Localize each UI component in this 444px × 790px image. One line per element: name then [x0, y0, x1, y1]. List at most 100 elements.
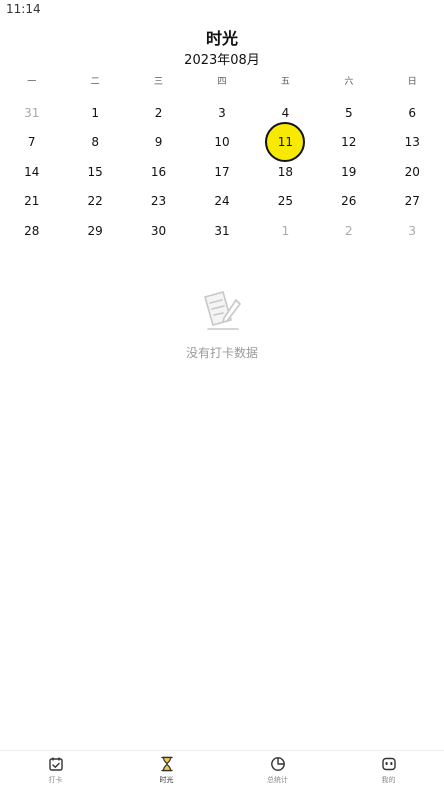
calendar-day[interactable]: 21: [0, 187, 63, 217]
calendar-day[interactable]: 3: [190, 98, 253, 128]
calendar-day-number: 23: [150, 194, 167, 209]
tab-label: 打卡: [48, 776, 63, 784]
calendar-day[interactable]: 3: [381, 216, 444, 246]
tab-label: 总统计: [267, 776, 288, 784]
calendar-day-number: 20: [404, 164, 420, 179]
calendar-day[interactable]: 17: [190, 157, 253, 187]
calendar-day[interactable]: 16: [127, 157, 190, 187]
empty-state: 没有打卡数据: [0, 288, 444, 361]
note-pencil-icon: [204, 291, 241, 330]
weekday-label: 六: [344, 77, 354, 87]
weekday-label: 日: [407, 77, 417, 87]
tab-label: 我的: [381, 776, 396, 784]
calendar-day-number: 3: [408, 223, 417, 238]
calendar-day[interactable]: 2: [317, 216, 380, 246]
weekday-label: 一: [27, 77, 37, 87]
calendar-day-number: 25: [277, 194, 294, 209]
weekday-header-row: 一 二 三 四 五 六 日: [0, 74, 444, 90]
month-label[interactable]: 2023年08月: [0, 49, 444, 68]
calendar-day-number: 24: [214, 194, 230, 209]
weekday-label: 三: [154, 77, 164, 87]
calendar-day[interactable]: 8: [63, 128, 126, 158]
calendar-day[interactable]: 14: [0, 157, 63, 187]
calendar-day[interactable]: 18: [254, 157, 317, 187]
calendar-day-number: 4: [281, 105, 290, 120]
calendar-day[interactable]: 22: [63, 187, 126, 217]
calendar-day[interactable]: 12: [317, 128, 380, 158]
calendar-day[interactable]: 6: [381, 98, 444, 128]
calendar-day[interactable]: 20: [381, 157, 444, 187]
calendar-day-number: 13: [404, 135, 420, 150]
calendar-day[interactable]: 29: [63, 216, 126, 246]
calendar-day-number: 3: [218, 105, 226, 120]
calendar-day-number: 16: [150, 164, 167, 179]
calendar-day[interactable]: 30: [127, 216, 190, 246]
calendar-day-number: 29: [87, 223, 103, 238]
calendar-day[interactable]: 1: [254, 216, 317, 246]
weekday-label: 四: [217, 77, 227, 87]
calendar-week-row: 28 29 30 31 1 2 3: [0, 216, 444, 246]
calendar-day[interactable]: 28: [0, 216, 63, 246]
calendar-day[interactable]: 5: [317, 98, 380, 128]
calendar-day-number: 27: [404, 194, 420, 209]
calendar-day-number: 1: [281, 223, 290, 238]
tab-label: 时光: [159, 776, 174, 784]
calendar-day-number: 7: [27, 135, 36, 150]
calendar-day-selected[interactable]: 11: [254, 128, 317, 158]
tab-mine[interactable]: 我的: [333, 751, 444, 790]
pie-chart-icon: [270, 757, 285, 771]
calendar-day[interactable]: 2: [127, 98, 190, 128]
calendar-day-number: 11: [277, 135, 294, 150]
calendar-day[interactable]: 9: [127, 128, 190, 158]
empty-state-text: 没有打卡数据: [185, 346, 258, 360]
calendar-day-number: 1: [91, 105, 99, 120]
weekday-label: 二: [90, 77, 100, 87]
calendar-day-number: 2: [154, 105, 163, 120]
calendar-day-number: 31: [24, 105, 40, 120]
tab-checkin[interactable]: 打卡: [0, 751, 111, 790]
calendar-day-number: 22: [87, 194, 103, 209]
calendar-day[interactable]: 31: [0, 98, 63, 128]
calendar-day-number: 21: [24, 194, 40, 209]
calendar-day[interactable]: 26: [317, 187, 380, 217]
calendar-day[interactable]: 25: [254, 187, 317, 217]
calendar-day-number: 26: [341, 194, 357, 209]
robot-face-icon: [381, 757, 396, 771]
weekday-label: 五: [280, 77, 290, 87]
hourglass-icon: [160, 756, 173, 772]
calendar-day-number: 14: [24, 164, 40, 179]
calendar-day-number: 9: [154, 135, 163, 150]
calendar-day-number: 5: [345, 105, 353, 120]
calendar-day-number: 8: [91, 135, 99, 150]
calendar-day[interactable]: 23: [127, 187, 190, 217]
tab-statistics[interactable]: 总统计: [222, 751, 333, 790]
calendar-day-number: 6: [408, 105, 417, 120]
calendar-day[interactable]: 13: [381, 128, 444, 158]
calendar-day[interactable]: 24: [190, 187, 253, 217]
calendar-day-number: 28: [24, 223, 40, 238]
page-title: 时光: [205, 29, 238, 48]
calendar-day-number: 15: [87, 164, 103, 179]
bottom-tab-bar: 打卡 时光 总统计 我的: [0, 750, 444, 790]
calendar-day[interactable]: 27: [381, 187, 444, 217]
calendar-day[interactable]: 10: [190, 128, 253, 158]
calendar-day[interactable]: 1: [63, 98, 126, 128]
checkin-calendar-icon: [48, 757, 63, 771]
calendar-week-row: 14 15 16 17 18 19 20: [0, 157, 444, 187]
calendar-day-number: 18: [277, 164, 294, 179]
calendar-week-row: 21 22 23 24 25 26 27: [0, 187, 444, 217]
status-bar: 11:14: [0, 0, 444, 20]
calendar-day-number: 12: [341, 135, 357, 150]
calendar-day-number: 10: [214, 135, 230, 150]
calendar-day-number: 30: [150, 223, 167, 238]
status-time: 11:14: [6, 2, 41, 16]
calendar-day-number: 2: [345, 223, 353, 238]
calendar-week-row: 7 8 9 10 11 12 13: [0, 128, 444, 158]
calendar-day[interactable]: 7: [0, 128, 63, 158]
calendar-week-row: 31 1 2 3 4 5 6: [0, 98, 444, 128]
calendar-day[interactable]: 15: [63, 157, 126, 187]
calendar-day[interactable]: 19: [317, 157, 380, 187]
calendar-day[interactable]: 31: [190, 216, 253, 246]
tab-time[interactable]: 时光: [111, 751, 222, 790]
calendar-day-number: 17: [214, 164, 230, 179]
